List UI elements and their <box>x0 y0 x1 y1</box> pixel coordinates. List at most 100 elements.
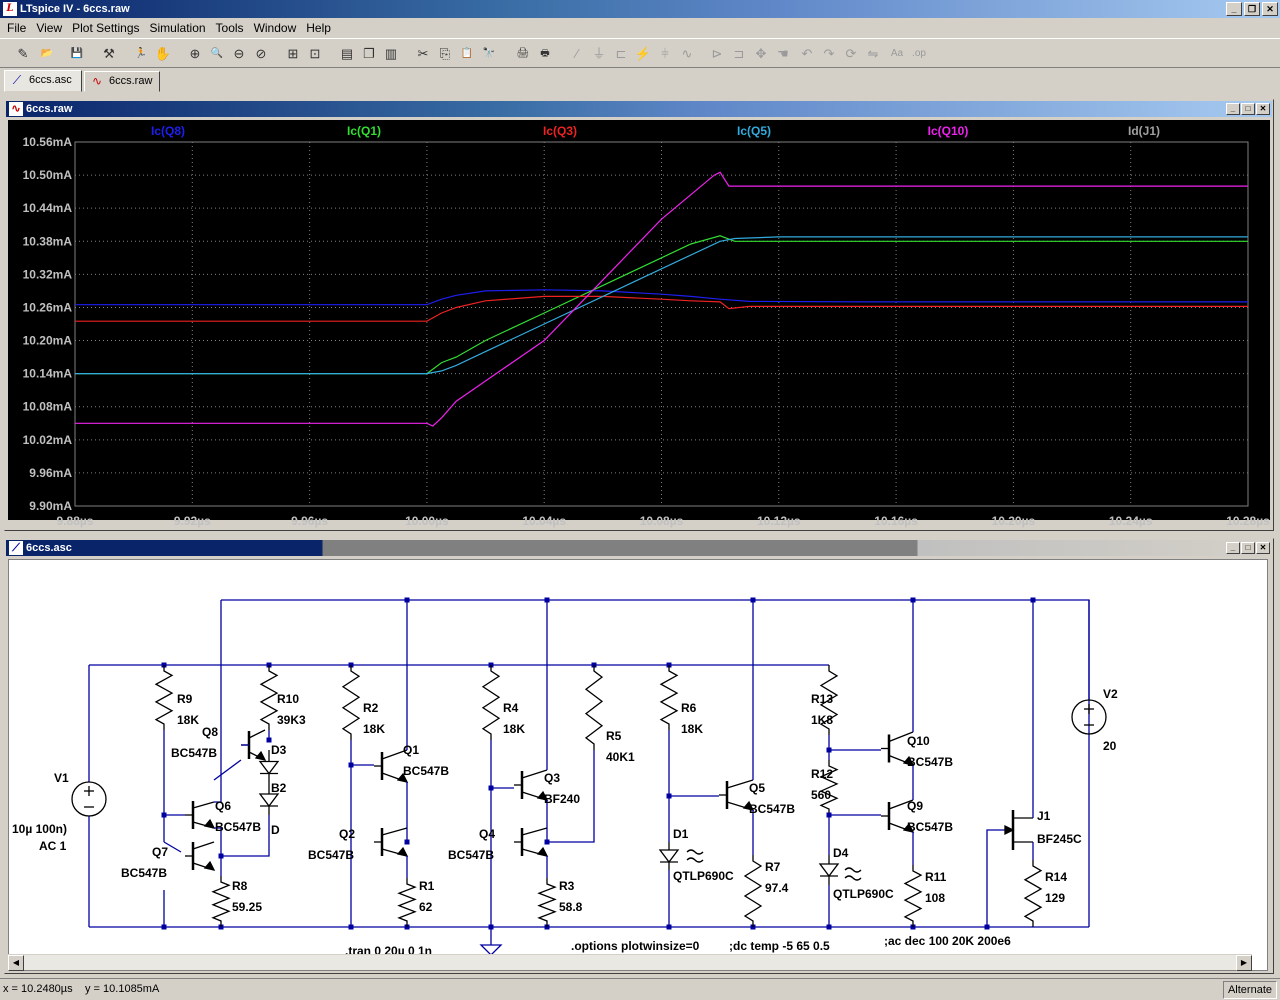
cut-icon[interactable]: ✂ <box>412 43 434 65</box>
d1-led-arrows[interactable] <box>686 849 704 863</box>
new-schematic-icon[interactable]: ✎ <box>12 43 34 65</box>
minimize-icon[interactable]: _ <box>1226 2 1242 16</box>
zoom-cancel-icon[interactable]: ⊘ <box>250 43 272 65</box>
menu-file[interactable]: File <box>2 21 31 35</box>
directive-ac-comment: ;ac dec 100 20K 200e6 <box>884 934 1011 948</box>
cursor-y-readout: y = 10.1085mA <box>85 983 160 995</box>
autorange-icon[interactable]: ⊞ <box>282 43 304 65</box>
schematic-svg[interactable]: V110µ 100n)AC 1R918KQ8BC547BR1039K3D3B2D… <box>9 560 1267 970</box>
q6-transistor[interactable] <box>185 801 216 829</box>
print-setup-icon[interactable]: 🖨 <box>512 43 534 65</box>
trace-icq3[interactable] <box>75 295 1248 322</box>
r10-resistor[interactable] <box>259 665 279 730</box>
v1-source[interactable] <box>71 781 107 817</box>
spice-directive-icon[interactable]: .op <box>908 43 930 65</box>
copy-icon[interactable]: ⎘ <box>434 43 456 65</box>
legend-icq5: Ic(Q5) <box>737 124 771 138</box>
diode-icon[interactable]: ⊳ <box>706 43 728 65</box>
directive-dc-comment: ;dc temp -5 65 0.5 <box>729 939 830 953</box>
scroll-left-icon[interactable]: ◀ <box>8 955 24 971</box>
halt-icon[interactable]: ✋ <box>152 43 174 65</box>
tile-vertical-icon[interactable]: ▥ <box>380 43 402 65</box>
r1-resistor[interactable] <box>397 878 417 927</box>
r9-resistor[interactable] <box>154 665 174 730</box>
inductor-icon[interactable]: ∿ <box>676 43 698 65</box>
d4-led-arrows[interactable] <box>844 867 862 881</box>
r14-resistor[interactable] <box>1023 860 1043 927</box>
r5-resistor[interactable] <box>584 665 604 750</box>
y-tick-label: 10.50mA <box>23 168 73 182</box>
drag-icon[interactable]: ☚ <box>772 43 794 65</box>
restore-icon[interactable]: ❐ <box>1244 2 1260 16</box>
q3-transistor[interactable] <box>514 769 549 801</box>
control-panel-icon[interactable]: ⚒ <box>98 43 120 65</box>
menu-window[interactable]: Window <box>249 21 302 35</box>
save-icon[interactable]: 💾 <box>66 43 88 65</box>
r11-resistor[interactable] <box>903 865 923 927</box>
print-icon[interactable]: 🖶 <box>534 43 556 65</box>
label-b2: B2 <box>271 781 287 795</box>
find-icon[interactable]: 🔭 <box>478 43 500 65</box>
close-icon[interactable]: ✕ <box>1262 2 1278 16</box>
ground-icon[interactable]: ⏚ <box>588 43 610 65</box>
text-icon[interactable]: Aa <box>886 43 908 65</box>
label-v2: V2 <box>1103 687 1118 701</box>
j1-jfet[interactable] <box>1004 810 1033 850</box>
mirror-icon[interactable]: ⇋ <box>862 43 884 65</box>
redo-icon[interactable]: ↷ <box>818 43 840 65</box>
q7-transistor[interactable] <box>185 841 216 871</box>
tab-label: 6ccs.asc <box>29 74 72 86</box>
waveform-plot-svg[interactable]: 9.88µs 9.92µs 9.96µs 10.00µs 10.04µs 10.08µs 1… <box>8 120 1270 530</box>
minimize-icon[interactable]: _ <box>1226 542 1240 554</box>
tile-horizontal-icon[interactable]: ▤ <box>336 43 358 65</box>
label-icon[interactable]: ⊏ <box>610 43 632 65</box>
zoom-fit-icon[interactable]: ⊡ <box>304 43 326 65</box>
scroll-right-icon[interactable]: ▶ <box>1236 955 1252 971</box>
menu-view[interactable]: View <box>31 21 67 35</box>
maximize-icon[interactable]: □ <box>1241 103 1255 115</box>
capacitor-icon[interactable]: ⫩ <box>654 43 676 65</box>
q2-transistor[interactable] <box>374 827 409 857</box>
rotate-icon[interactable]: ⟳ <box>840 43 862 65</box>
zoom-pan-icon[interactable]: 🔍 <box>206 43 228 65</box>
undo-icon[interactable]: ↶ <box>796 43 818 65</box>
horizontal-scrollbar[interactable]: ◀ ▶ <box>8 954 1252 971</box>
wire-icon[interactable]: ∕ <box>566 43 588 65</box>
move-icon[interactable]: ✥ <box>750 43 772 65</box>
maximize-icon[interactable]: □ <box>1241 542 1255 554</box>
zoom-in-icon[interactable]: ⊕ <box>184 43 206 65</box>
r2-resistor[interactable] <box>341 665 361 740</box>
schematic-canvas[interactable]: V1 10µ 100n) AC 1 R9 18K Q8 BC547B R10 39K3 D3 B2 D… <box>8 559 1268 971</box>
resistor-icon[interactable]: ⚡ <box>632 43 654 65</box>
q4-transistor[interactable] <box>514 827 549 857</box>
zoom-out-icon[interactable]: ⊖ <box>228 43 250 65</box>
cascade-icon[interactable]: ❐ <box>358 43 380 65</box>
run-icon[interactable]: 🏃 <box>130 43 152 65</box>
component-icon[interactable]: ⊐ <box>728 43 750 65</box>
minimize-icon[interactable]: _ <box>1226 103 1240 115</box>
menu-help[interactable]: Help <box>301 21 336 35</box>
r7-resistor[interactable] <box>743 855 763 927</box>
app-titlebar: L LTspice IV - 6ccs.raw _ ❐ ✕ <box>0 0 1280 18</box>
close-icon[interactable]: ✕ <box>1256 542 1270 554</box>
r3-resistor[interactable] <box>537 878 557 927</box>
menu-tools[interactable]: Tools <box>211 21 249 35</box>
label-q10: Q10 <box>907 734 930 748</box>
open-icon[interactable]: 📂 <box>36 43 58 65</box>
x-tick-label: 9.92µs <box>174 514 211 528</box>
d1-led[interactable] <box>658 842 680 870</box>
r8-resistor[interactable] <box>211 876 231 927</box>
label-q1: Q1 <box>403 743 419 757</box>
y-tick-label: 10.44mA <box>23 201 73 215</box>
menu-plot-settings[interactable]: Plot Settings <box>67 21 144 35</box>
r4-resistor[interactable] <box>481 665 501 740</box>
waveform-plot[interactable]: 9.88µs 9.92µs 9.96µs 10.00µs 10.04µs 10.08µs 1… <box>8 120 1270 528</box>
paste-icon[interactable]: 📋 <box>456 43 478 65</box>
q5-transistor[interactable] <box>719 779 755 811</box>
r6-resistor[interactable] <box>659 665 679 730</box>
tab-6ccs-raw[interactable]: ∿ 6ccs.raw <box>84 71 160 92</box>
close-icon[interactable]: ✕ <box>1256 103 1270 115</box>
label-d1-model: QTLP690C <box>673 869 734 883</box>
tab-6ccs-asc[interactable]: ⟋ 6ccs.asc <box>4 70 82 92</box>
menu-simulation[interactable]: Simulation <box>145 21 211 35</box>
